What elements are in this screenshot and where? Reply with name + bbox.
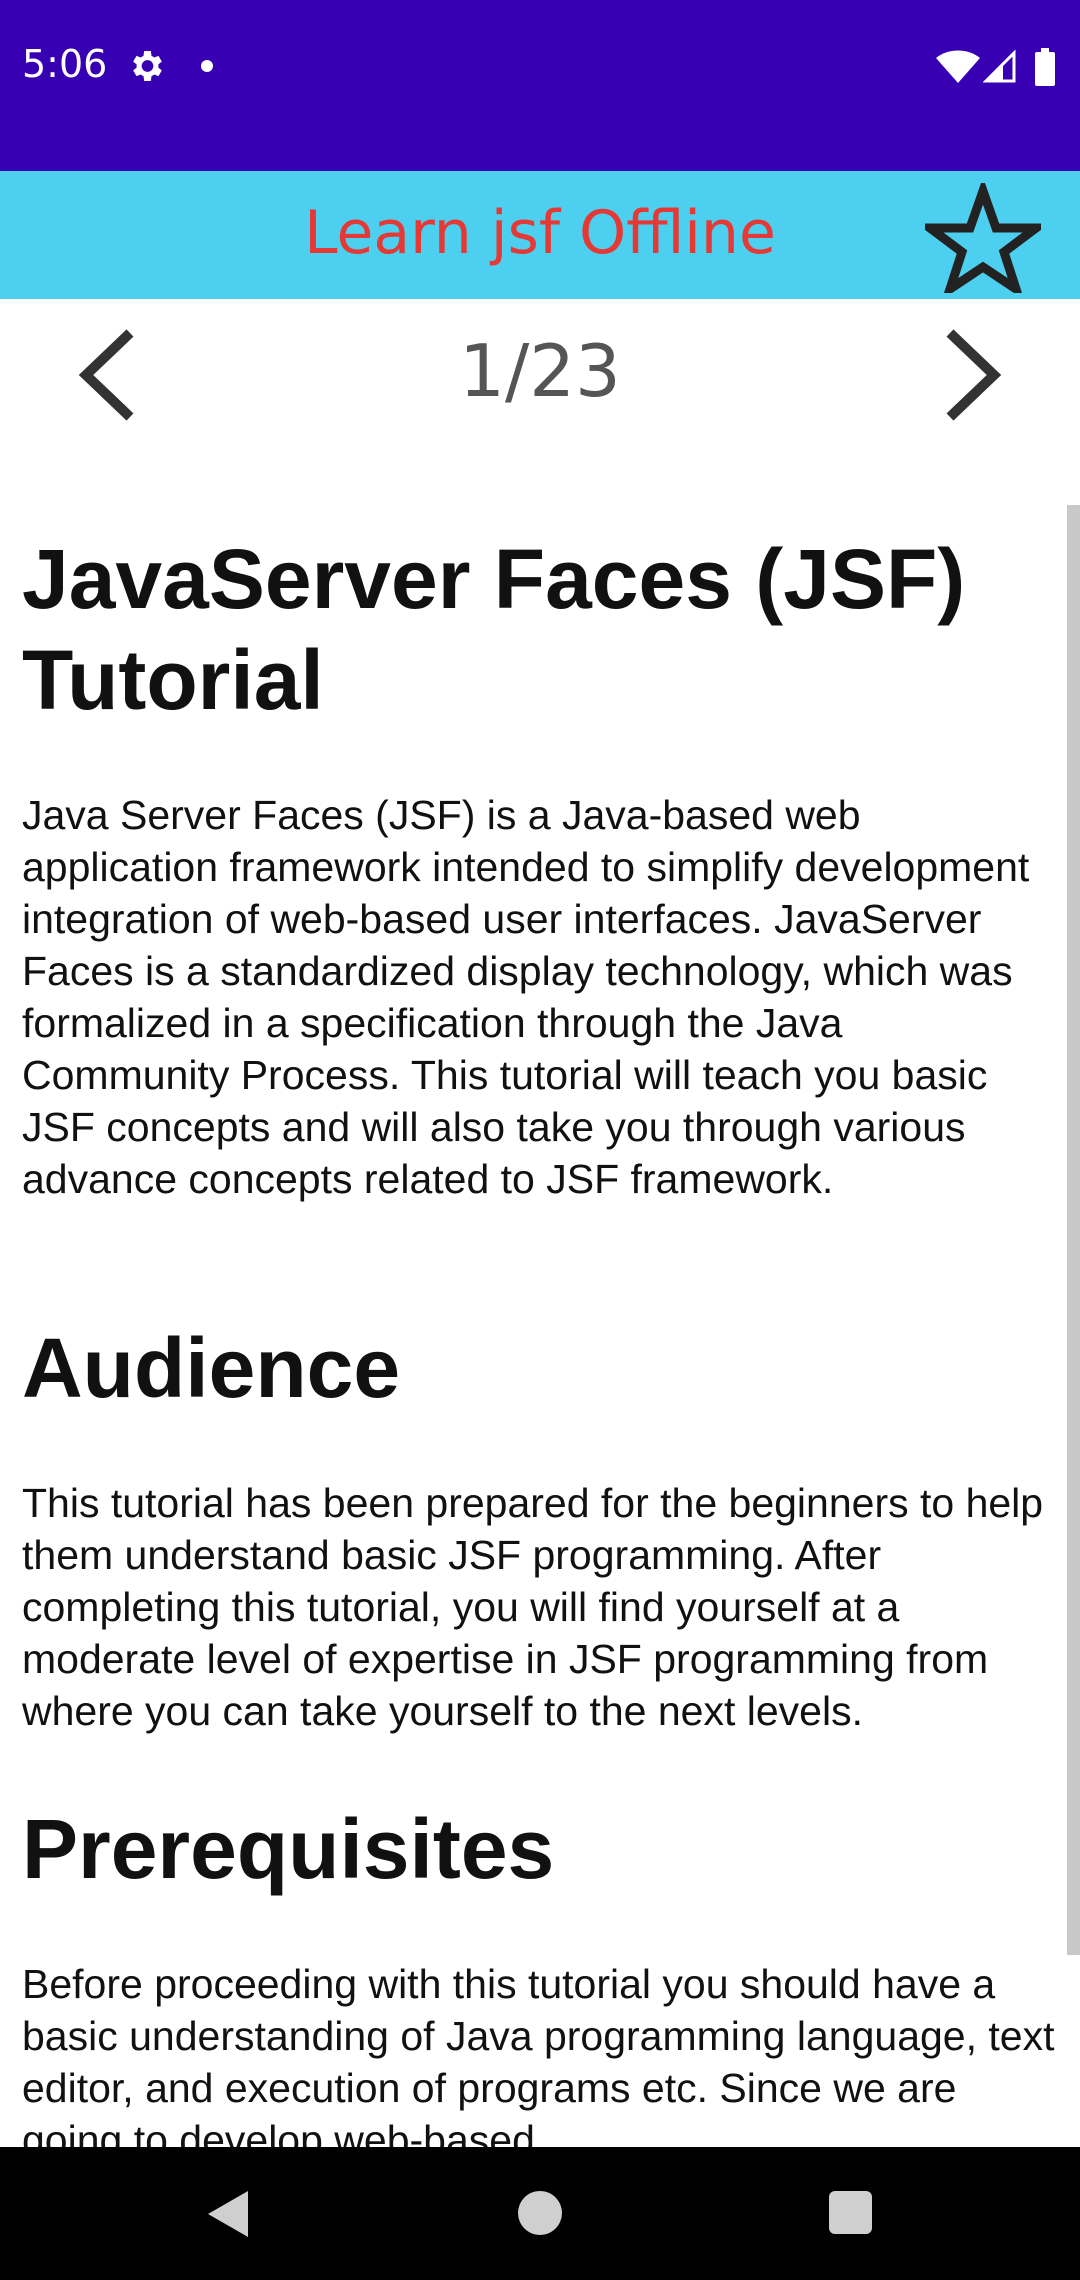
app-title-bar: Learn jsf Offline: [0, 171, 1080, 299]
recents-icon[interactable]: [829, 2191, 872, 2234]
favorite-star-icon[interactable]: [925, 183, 1041, 293]
chevron-left-icon[interactable]: [70, 319, 150, 429]
chevron-right-icon[interactable]: [930, 319, 1010, 429]
article-title-block: JavaServer Faces (JSF) Tutorial: [0, 529, 1080, 731]
prerequisites-paragraph: Before proceeding with this tutorial you…: [22, 1961, 1055, 2147]
prerequisites-heading: Prerequisites: [22, 1802, 555, 1896]
status-time: 5:06: [22, 42, 108, 86]
intro-block: Java Server Faces (JSF) is a Java-based …: [0, 789, 1080, 1205]
system-nav-bar: [0, 2147, 1080, 2280]
gear-icon: [133, 51, 162, 81]
status-bar: 5:06: [0, 0, 1080, 171]
audience-block: This tutorial has been prepared for the …: [0, 1477, 1080, 1737]
audience-heading: Audience: [22, 1321, 401, 1415]
back-icon[interactable]: [202, 2187, 252, 2241]
prerequisites-heading-block: Prerequisites: [0, 1799, 576, 1900]
prerequisites-block: Before proceeding with this tutorial you…: [0, 1958, 1080, 2147]
article-title: JavaServer Faces (JSF) Tutorial: [22, 532, 966, 727]
notification-dot-icon: [201, 60, 213, 72]
home-icon[interactable]: [518, 2191, 562, 2235]
content-scrollbar[interactable]: [1067, 505, 1080, 1955]
article-content[interactable]: JavaServer Faces (JSF) Tutorial Java Ser…: [0, 505, 1080, 2147]
page-navigator: 1/23: [0, 299, 1080, 449]
audience-heading-block: Audience: [0, 1318, 422, 1419]
wifi-icon: [936, 50, 980, 83]
battery-icon: [1035, 48, 1055, 86]
page-counter: 1/23: [459, 329, 621, 413]
intro-paragraph: Java Server Faces (JSF) is a Java-based …: [22, 792, 1030, 1202]
audience-paragraph: This tutorial has been prepared for the …: [22, 1480, 1044, 1734]
signal-icon: [983, 50, 1016, 83]
app-title: Learn jsf Offline: [304, 198, 776, 268]
